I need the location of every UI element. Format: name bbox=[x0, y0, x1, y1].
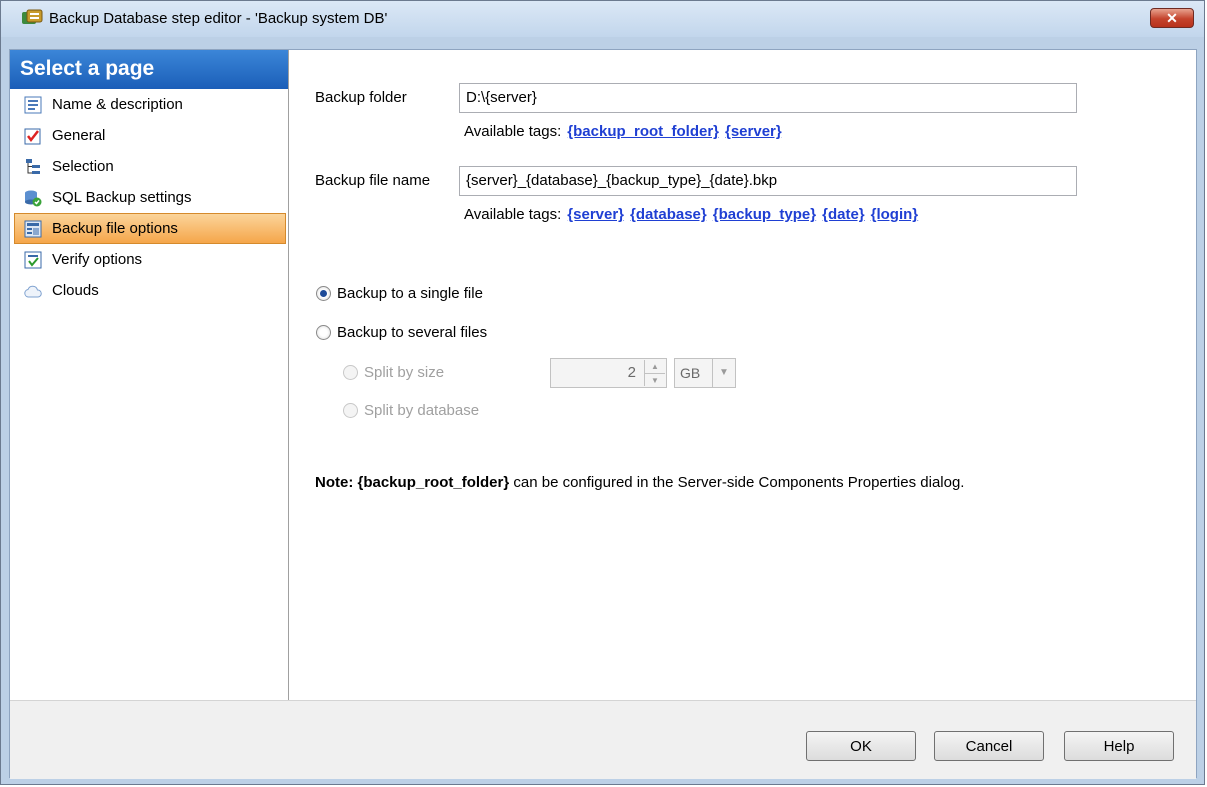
page-item-label: Selection bbox=[52, 158, 114, 175]
tag-link-server[interactable]: {server} bbox=[725, 123, 782, 140]
database-check-icon bbox=[25, 190, 42, 207]
backup-file-name-label: Backup file name bbox=[315, 172, 431, 189]
note-text: Note: {backup_root_folder} can be config… bbox=[315, 474, 964, 491]
note-prefix: Note: bbox=[315, 474, 354, 491]
page-item-general[interactable]: General bbox=[10, 120, 288, 151]
tag-link-backup-root-folder[interactable]: {backup_root_folder} bbox=[567, 123, 719, 140]
split-by-database-radio[interactable] bbox=[343, 402, 358, 418]
cancel-button[interactable]: Cancel bbox=[934, 731, 1044, 761]
single-file-radio[interactable] bbox=[316, 285, 331, 301]
single-file-label: Backup to a single file bbox=[337, 285, 483, 302]
page-item-name-description[interactable]: Name & description bbox=[10, 89, 288, 120]
tag-link-date[interactable]: {date} bbox=[822, 206, 865, 223]
split-by-size-label: Split by size bbox=[364, 364, 445, 381]
cloud-icon bbox=[24, 285, 42, 298]
window-title: Backup Database step editor - 'Backup sy… bbox=[49, 10, 388, 27]
chevron-down-icon[interactable]: ▼ bbox=[712, 359, 735, 387]
help-button[interactable]: Help bbox=[1064, 731, 1174, 761]
split-size-spinner[interactable]: 2 ▲ ▼ bbox=[550, 358, 667, 388]
page-item-label: Clouds bbox=[52, 282, 99, 299]
split-by-size-radio[interactable] bbox=[343, 364, 358, 380]
several-files-radio[interactable] bbox=[316, 324, 331, 340]
backup-folder-label: Backup folder bbox=[315, 89, 407, 106]
tag-link-database[interactable]: {database} bbox=[630, 206, 707, 223]
button-bar: OK Cancel Help bbox=[10, 700, 1196, 779]
backup-file-name-input[interactable]: {server}_{database}_{backup_type}_{date}… bbox=[459, 166, 1077, 196]
note-tag: {backup_root_folder} bbox=[357, 474, 510, 491]
several-files-radio-option[interactable]: Backup to several files bbox=[316, 322, 487, 344]
page-item-clouds[interactable]: Clouds bbox=[10, 275, 288, 306]
page-item-verify-options[interactable]: Verify options bbox=[10, 244, 288, 275]
page-item-backup-file-options[interactable]: Backup file options bbox=[14, 213, 286, 244]
split-by-database-label: Split by database bbox=[364, 402, 480, 419]
split-size-unit-value: GB bbox=[680, 365, 701, 381]
page-list: Select a page Name & description General bbox=[10, 50, 289, 700]
tree-icon bbox=[26, 159, 40, 174]
checklist-icon bbox=[24, 128, 41, 145]
document-icon bbox=[24, 96, 42, 114]
title-bar: Backup Database step editor - 'Backup sy… bbox=[1, 1, 1204, 37]
single-file-radio-option[interactable]: Backup to a single file bbox=[316, 283, 483, 305]
page-item-selection[interactable]: Selection bbox=[10, 151, 288, 182]
backup-file-name-tags: Available tags: {server} {database} {backup… bbox=[464, 206, 918, 223]
dialog-body: Select a page Name & description General bbox=[9, 49, 1197, 779]
verify-icon bbox=[24, 251, 42, 269]
available-tags-label: Available tags: bbox=[464, 123, 562, 140]
tag-link-login[interactable]: {login} bbox=[871, 206, 919, 223]
file-options-icon bbox=[24, 220, 42, 238]
tag-link-backup-type[interactable]: {backup_type} bbox=[713, 206, 816, 223]
page-item-label: General bbox=[52, 127, 106, 144]
backup-folder-input[interactable]: D:\{server} bbox=[459, 83, 1077, 113]
page-item-label: Verify options bbox=[52, 251, 143, 268]
close-button[interactable]: ✕ bbox=[1150, 8, 1194, 28]
page-item-sql-backup-settings[interactable]: SQL Backup settings bbox=[10, 182, 288, 213]
dialog-window: Backup Database step editor - 'Backup sy… bbox=[0, 0, 1205, 785]
split-by-database-radio-option[interactable]: Split by database bbox=[343, 400, 479, 422]
split-size-unit-select[interactable]: GB ▼ bbox=[674, 358, 736, 388]
note-body: can be configured in the Server-side Com… bbox=[513, 474, 965, 491]
ok-button[interactable]: OK bbox=[806, 731, 916, 761]
backup-folder-tags: Available tags: {backup_root_folder} {serv… bbox=[464, 123, 782, 140]
app-icon bbox=[22, 9, 43, 24]
spin-up-icon[interactable]: ▲ bbox=[645, 360, 665, 374]
spinner-buttons: ▲ ▼ bbox=[644, 360, 665, 386]
page-item-label: Name & description bbox=[52, 96, 183, 113]
page-item-label: Backup file options bbox=[52, 220, 178, 237]
spin-down-icon[interactable]: ▼ bbox=[645, 374, 665, 387]
split-size-value: 2 bbox=[627, 364, 636, 381]
page-list-header: Select a page bbox=[10, 50, 288, 89]
several-files-label: Backup to several files bbox=[337, 324, 488, 341]
page-content: Backup folder D:\{server} Available tags… bbox=[289, 50, 1196, 700]
tag-link-server[interactable]: {server} bbox=[567, 206, 624, 223]
page-item-label: SQL Backup settings bbox=[52, 189, 192, 206]
split-by-size-radio-option[interactable]: Split by size bbox=[343, 362, 444, 384]
available-tags-label: Available tags: bbox=[464, 206, 562, 223]
